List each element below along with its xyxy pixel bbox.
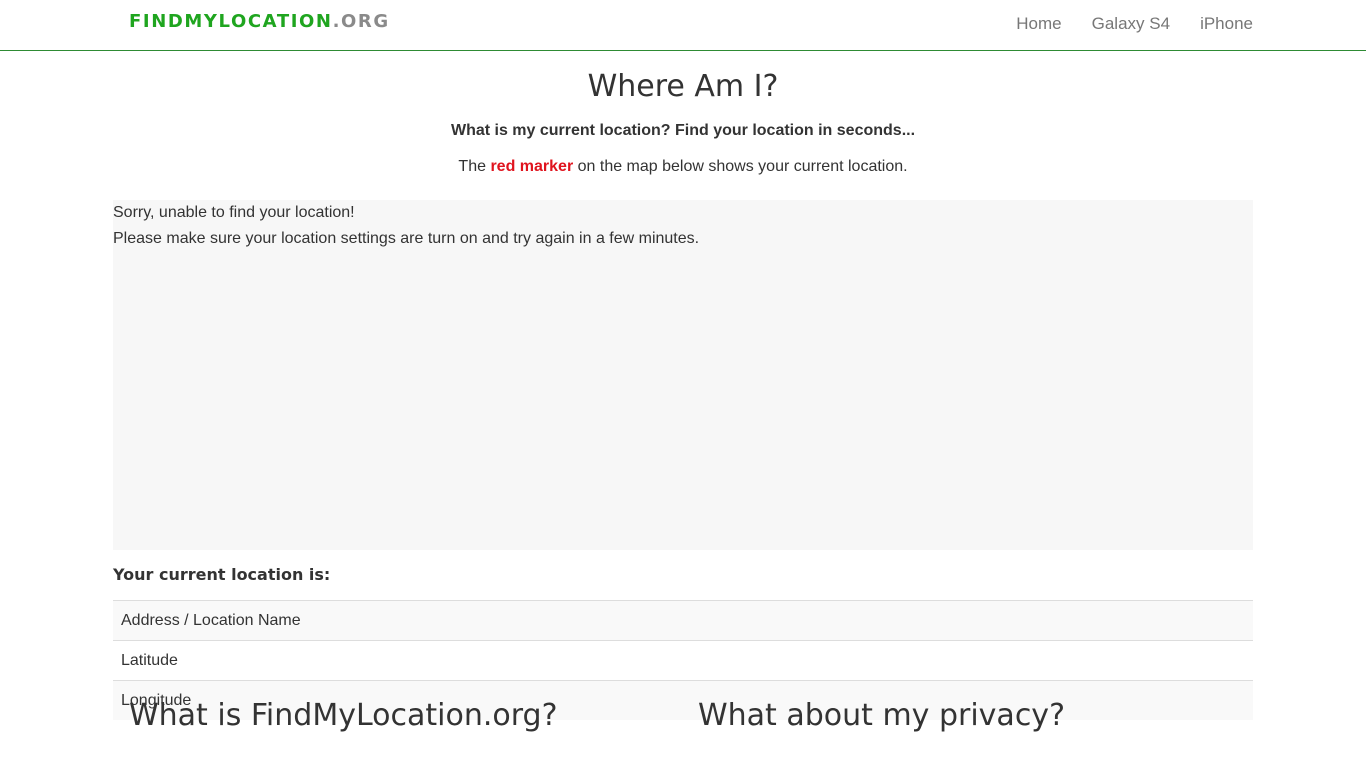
brand-main: FINDMYLOCATION <box>129 11 333 32</box>
table-row: Latitude <box>113 640 1253 681</box>
page-subtitle: What is my current location? Find your l… <box>450 122 916 139</box>
nav-link-home[interactable]: Home <box>1016 14 1061 34</box>
table-row: Address / Location Name <box>113 600 1253 641</box>
red-marker-text: red marker <box>490 158 574 175</box>
marker-suffix: on the map below shows your current loca… <box>577 158 908 175</box>
faq-heading-about: What is FindMyLocation.org? <box>129 698 558 733</box>
faq-heading-privacy: What about my privacy? <box>698 698 1065 733</box>
brand-suffix: .ORG <box>332 11 390 32</box>
location-error-message: Sorry, unable to find your location! Ple… <box>113 200 1253 252</box>
map-container[interactable]: Sorry, unable to find your location! Ple… <box>113 200 1253 550</box>
marker-prefix: The <box>458 158 486 175</box>
nav-menu: Home Galaxy S4 iPhone <box>986 14 1253 34</box>
address-label: Address / Location Name <box>113 600 1253 641</box>
site-logo[interactable]: FINDMYLOCATION.ORG <box>129 11 390 32</box>
page-title: Where Am I? <box>587 69 779 104</box>
error-line-1: Sorry, unable to find your location! <box>113 204 355 221</box>
location-heading: Your current location is: <box>113 565 331 584</box>
error-line-2: Please make sure your location settings … <box>113 230 700 247</box>
nav-link-galaxy-s4[interactable]: Galaxy S4 <box>1092 14 1170 34</box>
nav-link-iphone[interactable]: iPhone <box>1200 14 1253 34</box>
marker-description: The red marker on the map below shows yo… <box>113 158 1253 176</box>
latitude-label: Latitude <box>113 640 1253 681</box>
top-navbar: FINDMYLOCATION.ORG Home Galaxy S4 iPhone <box>0 0 1366 51</box>
